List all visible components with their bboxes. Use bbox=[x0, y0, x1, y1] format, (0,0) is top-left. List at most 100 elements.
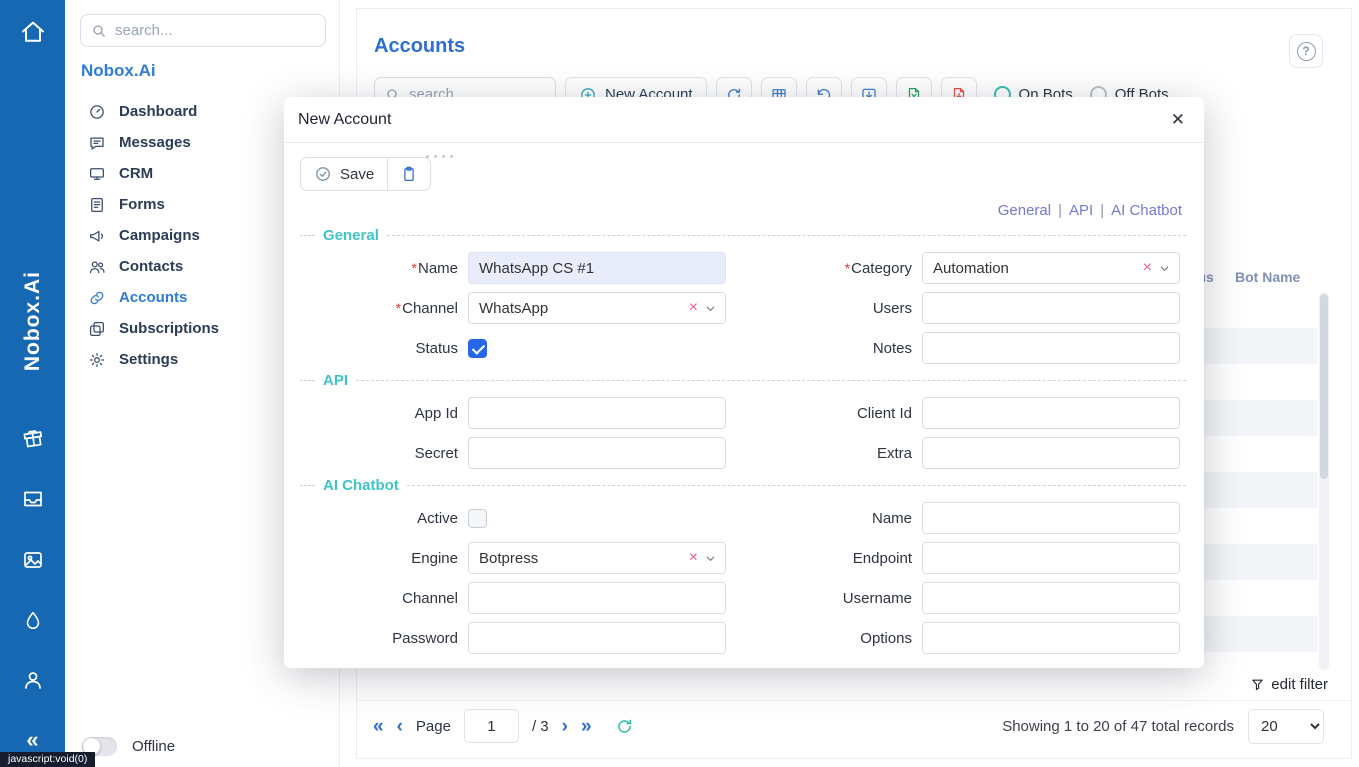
chevron-down-icon bbox=[705, 553, 716, 564]
dashboard-icon bbox=[88, 103, 106, 121]
section-ai-chatbot: AI Chatbot bbox=[300, 477, 1186, 494]
vertical-brand: Nobox.Ai bbox=[0, 236, 65, 406]
scrollbar-thumb[interactable] bbox=[1320, 294, 1328, 479]
channel-label: *Channel bbox=[396, 300, 458, 317]
secret-label: Secret bbox=[415, 445, 458, 462]
options-label: Options bbox=[860, 630, 912, 647]
ai-name-input[interactable] bbox=[922, 502, 1180, 534]
column-header-bot-name[interactable]: Bot Name bbox=[1235, 269, 1300, 285]
category-select[interactable]: Automation × bbox=[922, 252, 1180, 284]
gear-icon bbox=[88, 351, 106, 369]
prev-page-button[interactable]: ‹ bbox=[397, 717, 403, 736]
section-general: General bbox=[300, 227, 1186, 244]
link-icon bbox=[88, 289, 106, 307]
clipboard-button[interactable] bbox=[388, 158, 430, 190]
clipboard-icon bbox=[400, 165, 418, 183]
gift-logo-icon bbox=[18, 422, 47, 451]
person-icon[interactable] bbox=[21, 668, 45, 692]
per-page-dropdown[interactable]: 20 bbox=[1248, 709, 1324, 744]
ai-name-label: Name bbox=[872, 510, 912, 527]
status-label: Status bbox=[415, 340, 458, 357]
clear-icon[interactable]: × bbox=[1143, 260, 1152, 276]
page-label: Page bbox=[416, 718, 451, 735]
ink-drop-icon[interactable] bbox=[22, 609, 44, 631]
records-summary: Showing 1 to 20 of 47 total records bbox=[1002, 718, 1234, 735]
notes-input[interactable] bbox=[922, 332, 1180, 364]
last-page-button[interactable]: » bbox=[581, 717, 592, 736]
extra-label: Extra bbox=[877, 445, 912, 462]
password-input[interactable] bbox=[468, 622, 726, 654]
app-id-label: App Id bbox=[415, 405, 458, 422]
footer-divider bbox=[357, 700, 1351, 701]
category-label: *Category bbox=[845, 260, 912, 277]
extra-input[interactable] bbox=[922, 437, 1180, 469]
reload-table-button[interactable] bbox=[615, 717, 634, 736]
help-icon: ? bbox=[1297, 42, 1316, 61]
nav-api-link[interactable]: API bbox=[1069, 202, 1093, 219]
close-icon[interactable]: ✕ bbox=[1171, 111, 1185, 128]
next-page-button[interactable]: › bbox=[562, 717, 568, 736]
app-id-input[interactable] bbox=[468, 397, 726, 429]
engine-label: Engine bbox=[411, 550, 458, 567]
modal-body: Save General | API | AI Chatbot General … bbox=[284, 143, 1204, 666]
password-label: Password bbox=[392, 630, 458, 647]
sidebar-search[interactable] bbox=[80, 14, 326, 47]
modal-header: New Account ✕ bbox=[284, 97, 1204, 143]
modal-section-nav: General | API | AI Chatbot bbox=[300, 202, 1182, 219]
crm-icon bbox=[88, 165, 106, 183]
ai-channel-input[interactable] bbox=[468, 582, 726, 614]
drag-dots bbox=[426, 155, 453, 158]
page-title: Accounts bbox=[374, 35, 465, 58]
help-button[interactable]: ? bbox=[1289, 34, 1323, 68]
link-status-bar: javascript:void(0) bbox=[0, 752, 95, 767]
secret-input[interactable] bbox=[468, 437, 726, 469]
save-button-group: Save bbox=[300, 157, 431, 191]
table-scrollbar[interactable] bbox=[1319, 292, 1329, 670]
offline-label: Offline bbox=[132, 738, 175, 755]
chevron-down-icon bbox=[705, 303, 716, 314]
name-label: *Name bbox=[412, 260, 458, 277]
megaphone-icon bbox=[88, 227, 106, 245]
nav-general-link[interactable]: General bbox=[998, 202, 1051, 219]
sidebar-search-input[interactable] bbox=[115, 22, 315, 39]
image-icon[interactable] bbox=[21, 548, 45, 572]
save-button[interactable]: Save bbox=[301, 158, 387, 190]
icon-rail: Nobox.Ai « bbox=[0, 0, 65, 767]
username-label: Username bbox=[843, 590, 912, 607]
modal-title: New Account bbox=[298, 111, 391, 129]
users-input[interactable] bbox=[922, 292, 1180, 324]
client-id-input[interactable] bbox=[922, 397, 1180, 429]
first-page-button[interactable]: « bbox=[373, 717, 384, 736]
engine-select[interactable]: Botpress × bbox=[468, 542, 726, 574]
api-form: App Id Client Id Secret Extra bbox=[300, 397, 1186, 469]
active-checkbox[interactable] bbox=[468, 509, 487, 528]
collapse-sidebar-icon[interactable]: « bbox=[26, 729, 38, 751]
edit-filter-link[interactable]: edit filter bbox=[1250, 676, 1328, 693]
users-label: Users bbox=[873, 300, 912, 317]
channel-select[interactable]: WhatsApp × bbox=[468, 292, 726, 324]
rail-icon-group: « bbox=[0, 424, 65, 751]
clear-icon[interactable]: × bbox=[689, 550, 698, 566]
total-pages: / 3 bbox=[532, 718, 549, 735]
messages-icon bbox=[88, 134, 106, 152]
status-checkbox[interactable] bbox=[468, 339, 487, 358]
forms-icon bbox=[88, 196, 106, 214]
ai-chatbot-form: Active Name Engine Botpress × Endpoint C… bbox=[300, 502, 1186, 654]
contacts-icon bbox=[88, 258, 106, 276]
search-icon bbox=[91, 23, 107, 39]
page-number-input[interactable] bbox=[464, 709, 519, 743]
endpoint-input[interactable] bbox=[922, 542, 1180, 574]
clear-icon[interactable]: × bbox=[689, 300, 698, 316]
brand-title: Nobox.Ai bbox=[81, 61, 156, 81]
username-input[interactable] bbox=[922, 582, 1180, 614]
options-input[interactable] bbox=[922, 622, 1180, 654]
name-input[interactable] bbox=[468, 252, 726, 284]
check-circle-icon bbox=[314, 165, 332, 183]
inbox-icon[interactable] bbox=[21, 487, 45, 511]
nav-ai-chatbot-link[interactable]: AI Chatbot bbox=[1111, 202, 1182, 219]
new-account-modal: New Account ✕ Save General | API | AI bbox=[284, 97, 1204, 668]
endpoint-label: Endpoint bbox=[853, 550, 912, 567]
per-page-select[interactable]: 20 bbox=[1248, 709, 1324, 744]
home-icon[interactable] bbox=[0, 18, 65, 46]
pagination: « ‹ Page / 3 › » bbox=[373, 709, 634, 743]
